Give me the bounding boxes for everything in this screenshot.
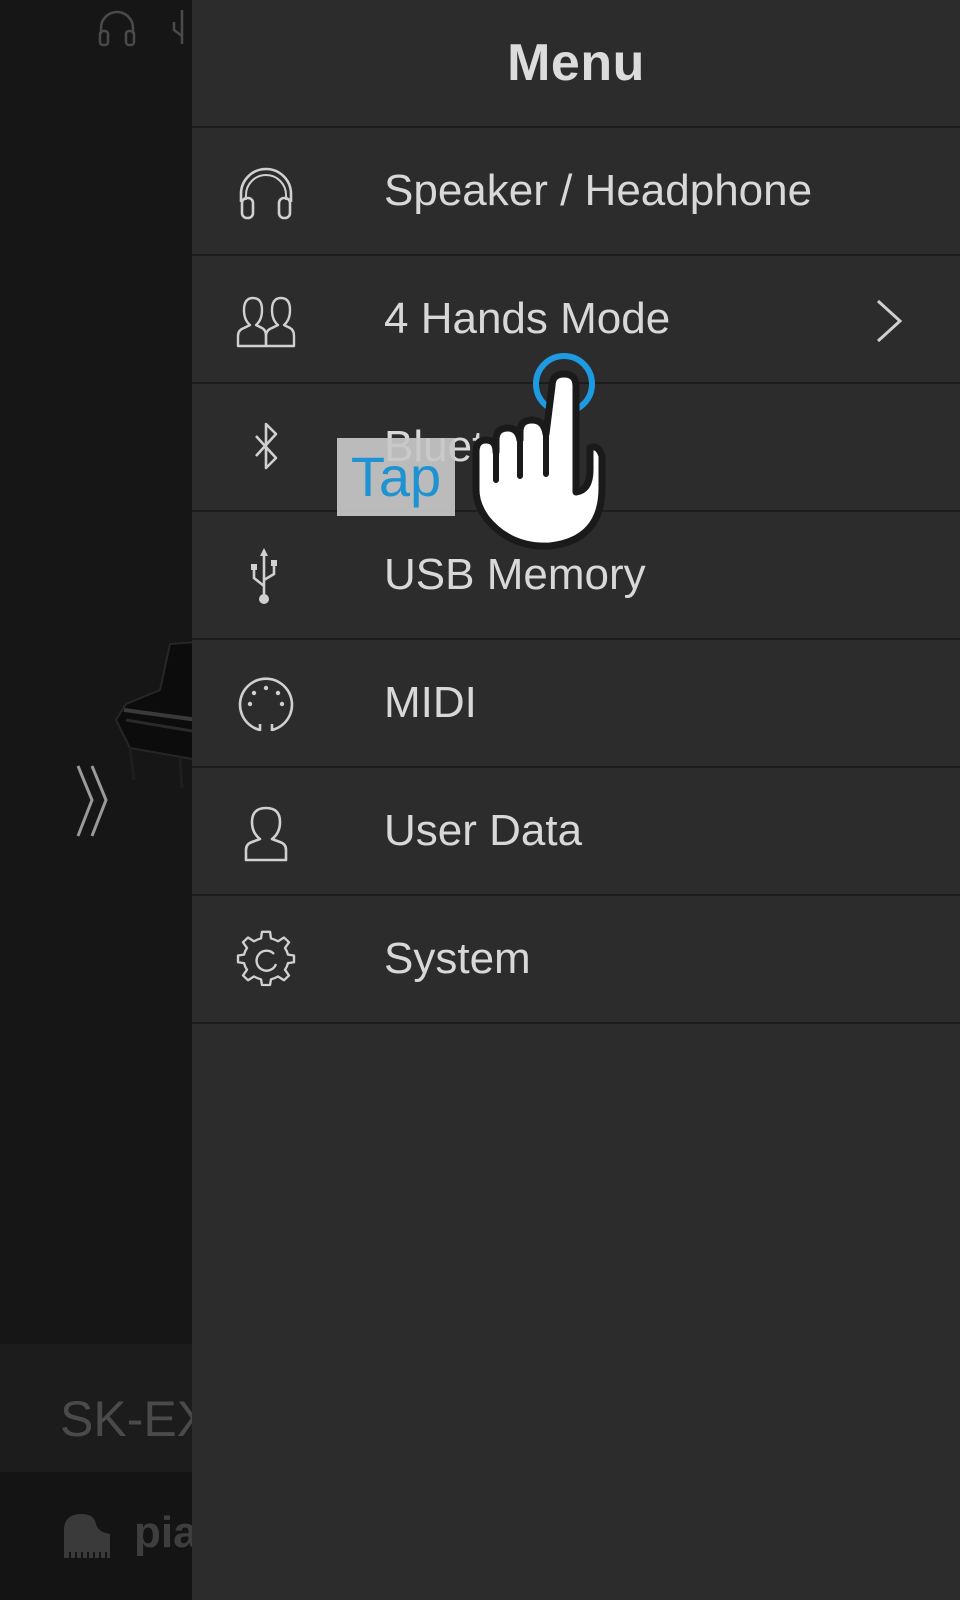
usb-icon [236,546,296,606]
piano-image [110,640,192,790]
menu-item-label: User Data [384,806,583,855]
menu-item-speaker-headphone[interactable]: Speaker / Headphone [192,128,960,256]
usb-icon [170,6,192,48]
headphone-icon [236,162,296,222]
grand-piano-icon [60,1510,114,1560]
menu-item-label: USB Memory [384,550,646,599]
background-status-bar [0,0,192,56]
menu-item-midi[interactable]: MIDI [192,640,960,768]
tap-hint-label: Tap [350,445,442,508]
midi-port-icon [236,674,296,734]
menu-drawer: Menu Speaker / Headphone 4 Hands Mode US… [192,0,960,1600]
menu-item-user-data[interactable]: User Data [192,768,960,896]
pointing-hand-icon [470,340,610,550]
two-people-icon [236,290,296,350]
double-chevron-right-icon[interactable] [74,760,114,840]
gear-icon [236,930,296,990]
menu-item-label: System [384,934,531,983]
chevron-right-icon [874,298,904,344]
headphone-icon [97,6,137,48]
app-screen: SK-EX pia Menu Speak [0,0,960,1600]
menu-item-label: Speaker / Headphone [384,166,813,215]
bottom-label: pia [134,1508,192,1557]
menu-item-label: MIDI [384,678,477,727]
user-icon [236,802,296,862]
bluetooth-icon [236,418,296,478]
tap-hint-badge: Tap [337,438,455,516]
model-name: SK-EX [60,1391,192,1447]
menu-header: Menu [192,0,960,128]
menu-item-system[interactable]: System [192,896,960,1024]
menu-title: Menu [507,34,645,92]
menu-item-label: 4 Hands Mode [384,294,671,343]
background-screen: SK-EX pia [0,0,192,1600]
